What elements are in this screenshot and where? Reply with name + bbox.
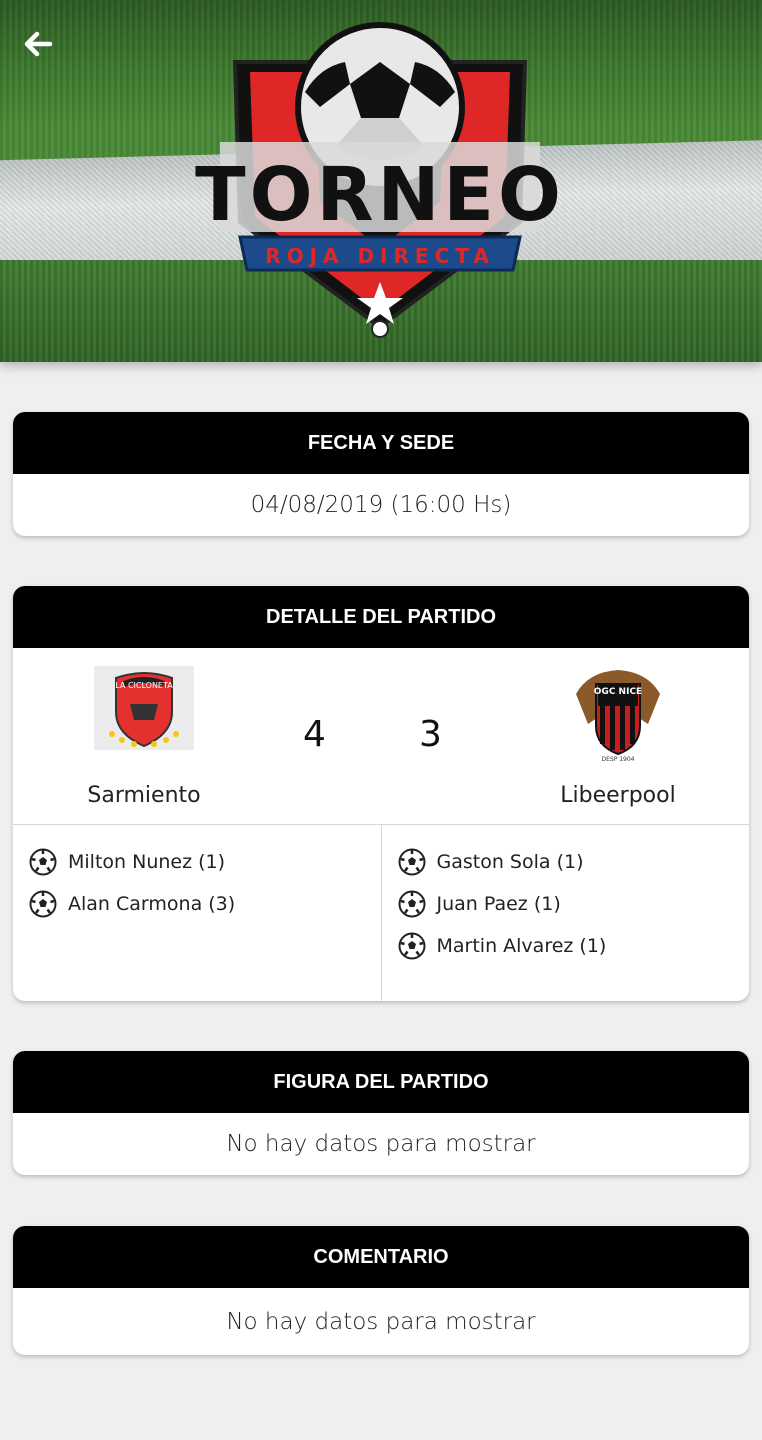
away-logo-text: OGC NICE [594, 687, 642, 697]
scorer-item: Martin Alvarez (1) [398, 920, 750, 972]
scorer-name: Martin Alvarez (1) [436, 935, 607, 957]
figura-title: FIGURA DEL PARTIDO [13, 1051, 749, 1113]
scorer-item: Alan Carmona (3) [29, 878, 381, 930]
scorer-name: Juan Paez (1) [436, 893, 561, 915]
back-button[interactable] [22, 28, 62, 68]
away-logo-sub: DESP 1904 [601, 756, 634, 763]
fecha-sede-card: FECHA Y SEDE 04/08/2019 (16:00 Hs) [13, 412, 749, 536]
soccer-ball-icon [398, 932, 425, 960]
header-banner: TORNEO ROJA DIRECTA [0, 0, 762, 362]
carousel-indicator[interactable] [371, 320, 389, 338]
scorers-section: Milton Nunez (1) Alan Carmona (3) Gaston … [13, 825, 749, 1001]
home-team-name: Sarmiento [87, 783, 201, 808]
away-team-name: Libeerpool [560, 783, 676, 808]
fecha-sede-value: 04/08/2019 (16:00 Hs) [250, 492, 512, 518]
home-logo-text: LA CICLONETA [115, 681, 173, 690]
figura-value: No hay datos para mostrar [226, 1131, 536, 1157]
away-score: 3 [419, 714, 442, 755]
comentario-card: COMENTARIO No hay datos para mostrar [13, 1226, 749, 1355]
soccer-ball-icon [398, 848, 425, 876]
scorer-name: Milton Nunez (1) [68, 851, 226, 873]
comentario-title: COMENTARIO [13, 1226, 749, 1288]
home-scorers-list: Milton Nunez (1) Alan Carmona (3) [13, 825, 382, 1001]
figura-card: FIGURA DEL PARTIDO No hay datos para mos… [13, 1051, 749, 1175]
soccer-ball-icon [398, 890, 425, 918]
comentario-value: No hay datos para mostrar [226, 1308, 536, 1335]
away-team-logo: OGC NICE DESP 1904 [568, 664, 668, 764]
fecha-sede-title: FECHA Y SEDE [13, 412, 749, 474]
home-score: 4 [303, 714, 326, 755]
scorer-name: Gaston Sola (1) [436, 851, 584, 873]
teams-row: LA CICLONETA Sarmiento 4 3 OGC NICE DESP… [13, 648, 749, 825]
arrow-left-icon [24, 31, 53, 57]
home-team[interactable]: LA CICLONETA Sarmiento [44, 664, 244, 808]
tournament-logo: TORNEO ROJA DIRECTA [195, 22, 565, 330]
match-detail-title: DETALLE DEL PARTIDO [13, 586, 749, 648]
soccer-ball-icon [29, 848, 57, 876]
match-detail-card: DETALLE DEL PARTIDO LA CICLONETA Sarmien… [13, 586, 749, 1001]
scorer-name: Alan Carmona (3) [68, 893, 236, 915]
logo-subtitle-text: ROJA DIRECTA [265, 244, 495, 268]
home-team-logo: LA CICLONETA [94, 666, 194, 750]
logo-title-text: TORNEO [195, 152, 565, 238]
away-team[interactable]: OGC NICE DESP 1904 Libeerpool [518, 664, 718, 808]
away-scorers-list: Gaston Sola (1) Juan Paez (1) Martin Alvar… [382, 825, 750, 1001]
soccer-ball-icon [29, 890, 57, 918]
